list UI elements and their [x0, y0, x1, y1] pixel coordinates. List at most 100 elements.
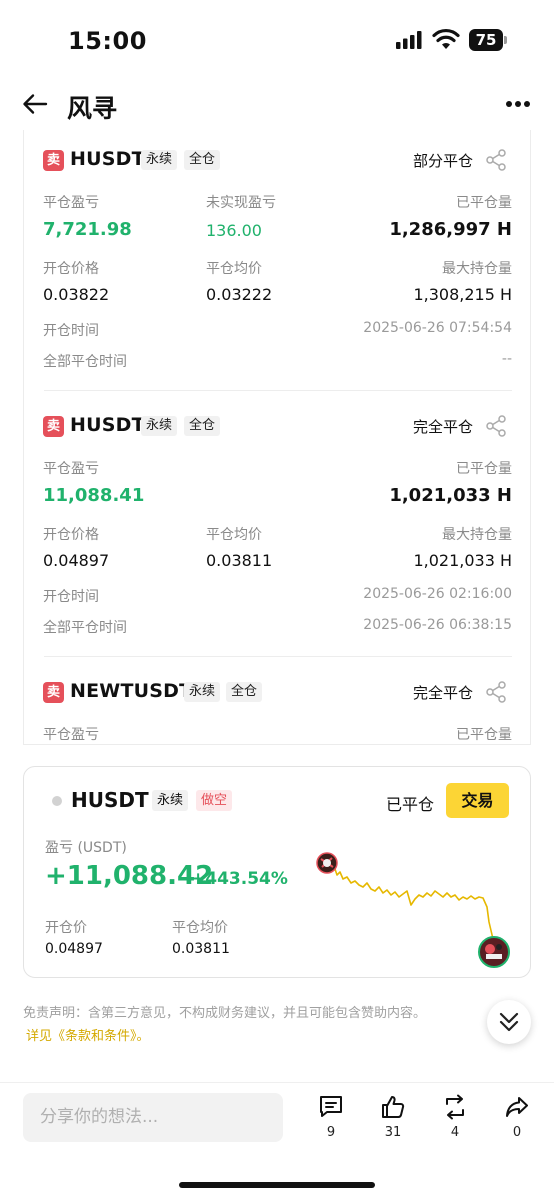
record-symbol: HUSDT	[70, 414, 145, 436]
close-time-label: 全部平仓时间	[43, 354, 127, 370]
chevrons-down-icon	[499, 1012, 519, 1032]
record-symbol: HUSDT	[70, 148, 145, 170]
avg-close-value: 0.03811	[172, 941, 230, 957]
signal-icon	[396, 31, 422, 49]
closed-qty-value: 1,286,997 H	[389, 219, 512, 240]
avg-close-label: 平仓均价	[206, 527, 262, 543]
trade-button[interactable]: 交易	[446, 783, 509, 818]
disclaimer-text: 免责声明：含第三方意见，不构成财务建议，并且可能包含赞助内容。	[23, 1006, 427, 1021]
close-status: 部分平仓	[413, 152, 474, 170]
record-symbol: NEWTUSDT	[70, 680, 193, 702]
unrealized-value: 136.00	[206, 221, 262, 240]
price-line	[326, 862, 494, 940]
sell-badge: 卖	[43, 150, 64, 171]
contract-tag: 永续	[141, 150, 178, 170]
comment-icon	[320, 1096, 342, 1117]
closed-qty-label: 已平仓量	[456, 727, 512, 743]
close-time-label: 全部平仓时间	[43, 620, 127, 636]
unrealized-label: 未实现盈亏	[206, 195, 276, 211]
pnl-value: 7,721.98	[43, 219, 132, 240]
open-price-value: 0.04897	[43, 551, 110, 570]
close-time-value: --	[501, 351, 512, 367]
close-status: 完全平仓	[413, 418, 474, 436]
share-icon[interactable]	[485, 681, 507, 703]
wifi-icon	[432, 28, 460, 49]
open-marker-icon	[316, 852, 338, 874]
position-card[interactable]: HUSDT 永续 做空 已平仓 交易 盈亏 (USDT) +11,088.42 …	[23, 766, 531, 978]
close-marker-icon	[478, 936, 510, 968]
battery-level: 75	[469, 29, 503, 51]
repost-icon	[446, 1094, 464, 1120]
margin-tag: 全仓	[184, 150, 221, 170]
pnl-label: 盈亏 (USDT)	[45, 840, 127, 856]
repost-count: 4	[450, 1125, 460, 1140]
like-button[interactable]: 31	[368, 1094, 418, 1140]
closed-qty-label: 已平仓量	[456, 461, 512, 477]
like-count: 31	[384, 1125, 402, 1140]
close-status: 完全平仓	[413, 684, 474, 702]
open-time-value: 2025-06-26 02:16:00	[363, 586, 512, 602]
price-mini-chart	[316, 852, 510, 968]
terms-link[interactable]: 详见《条款和条件》。	[26, 1025, 150, 1044]
share-icon[interactable]	[485, 149, 507, 171]
status-time: 15:00	[68, 27, 147, 55]
status-dot	[52, 796, 62, 806]
open-price-label: 开仓价格	[43, 261, 99, 277]
divider	[0, 1082, 554, 1083]
pnl-value: 11,088.41	[43, 485, 145, 506]
max-position-label: 最大持仓量	[442, 261, 512, 277]
pnl-label: 平仓盈亏	[43, 727, 99, 743]
battery-icon: 75	[469, 29, 507, 51]
open-time-label: 开仓时间	[43, 323, 99, 339]
closed-qty-value: 1,021,033 H	[389, 485, 512, 506]
thumbs-up-icon	[382, 1096, 405, 1118]
share-button[interactable]: 0	[492, 1094, 542, 1140]
open-price-value: 0.03822	[43, 285, 110, 304]
contract-tag: 永续	[141, 416, 178, 436]
back-arrow-icon[interactable]	[22, 92, 48, 116]
divider	[44, 390, 512, 391]
divider	[44, 656, 512, 657]
contract-tag: 永续	[184, 682, 221, 702]
position-symbol: HUSDT	[71, 788, 149, 812]
close-time-value: 2025-06-26 06:38:15	[363, 617, 512, 633]
closed-qty-label: 已平仓量	[456, 195, 512, 211]
pnl-label: 平仓盈亏	[43, 195, 99, 211]
open-time-label: 开仓时间	[43, 589, 99, 605]
home-indicator	[179, 1182, 375, 1188]
repost-button[interactable]: 4	[430, 1094, 480, 1140]
pnl-label: 平仓盈亏	[43, 461, 99, 477]
open-price-value: 0.04897	[45, 941, 103, 957]
comment-button[interactable]: 9	[306, 1094, 356, 1140]
max-position-label: 最大持仓量	[442, 527, 512, 543]
sell-badge: 卖	[43, 682, 64, 703]
share-count: 0	[512, 1125, 522, 1140]
share-arrow-icon	[506, 1097, 528, 1117]
comment-input[interactable]: 分享你的想法...	[23, 1093, 283, 1142]
nav-header: 风寻	[0, 80, 554, 130]
max-position-value: 1,021,033 H	[413, 551, 512, 570]
avg-close-value: 0.03222	[206, 285, 273, 304]
pnl-percent: +443.54%	[191, 869, 288, 889]
scroll-down-button[interactable]	[487, 1000, 531, 1044]
more-options-icon[interactable]	[505, 100, 531, 108]
open-price-label: 开仓价	[45, 920, 87, 936]
avg-close-label: 平仓均价	[206, 261, 262, 277]
pnl-value: +11,088.42	[45, 861, 214, 891]
contract-tag: 永续	[152, 790, 189, 811]
margin-tag: 全仓	[226, 682, 263, 702]
max-position-value: 1,308,215 H	[413, 285, 512, 304]
margin-tag: 全仓	[184, 416, 221, 436]
share-icon[interactable]	[485, 415, 507, 437]
short-tag: 做空	[196, 790, 233, 811]
comment-count: 9	[326, 1125, 336, 1140]
page-title: 风寻	[67, 94, 118, 123]
avg-close-value: 0.03811	[206, 551, 273, 570]
position-status: 已平仓	[386, 795, 435, 814]
open-price-label: 开仓价格	[43, 527, 99, 543]
closed-positions-list[interactable]: 卖 HUSDT 永续 全仓 部分平仓 平仓盈亏 未实现盈亏 已平仓量 7,721…	[23, 130, 531, 745]
status-bar: 15:00 75	[0, 0, 554, 80]
open-time-value: 2025-06-26 07:54:54	[363, 320, 512, 336]
avg-close-label: 平仓均价	[172, 920, 228, 936]
sell-badge: 卖	[43, 416, 64, 437]
